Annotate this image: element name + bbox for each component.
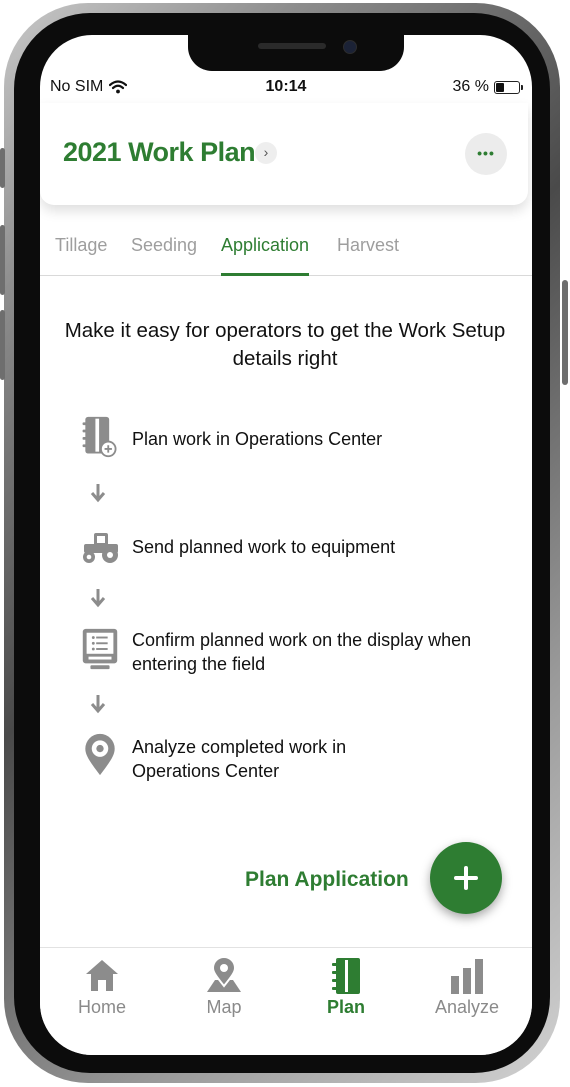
battery-icon — [494, 80, 523, 94]
tab-label: Seeding — [131, 235, 198, 255]
screen: No SIM 10:14 36 % 2021 Work Plan › ••• T… — [40, 35, 532, 1055]
nav-plan[interactable]: Plan — [296, 948, 396, 1028]
nav-label: Analyze — [434, 997, 500, 1017]
tractor-icon — [83, 533, 118, 563]
step-analyze-work: Analyze completed work in Operations Cen… — [80, 733, 500, 785]
arrow-down-icon — [90, 695, 106, 714]
notch — [188, 35, 404, 71]
page-title[interactable]: 2021 Work Plan — [63, 137, 256, 168]
nav-analyze[interactable]: Analyze — [417, 948, 517, 1028]
power-button — [562, 280, 568, 385]
add-application-button[interactable] — [430, 842, 502, 914]
tab-seeding[interactable]: Seeding — [131, 235, 197, 275]
plan-book-icon — [82, 416, 117, 458]
location-pin-icon — [85, 733, 115, 776]
tab-harvest[interactable]: Harvest — [337, 235, 399, 275]
tab-label: Application — [221, 235, 310, 255]
nav-home[interactable]: Home — [52, 948, 152, 1028]
bottom-nav: Home Map Plan Analyze — [40, 947, 532, 1055]
active-tab-indicator — [221, 273, 310, 276]
display-icon — [82, 628, 118, 670]
plan-book-icon — [332, 958, 360, 994]
camera — [343, 40, 357, 54]
side-button — [0, 148, 5, 188]
chevron-right-icon[interactable]: › — [255, 142, 277, 164]
nav-label: Plan — [326, 997, 365, 1017]
nav-label: Map — [206, 997, 242, 1017]
tab-tillage[interactable]: Tillage — [55, 235, 107, 275]
more-options-button[interactable]: ••• — [465, 133, 507, 175]
headline: Make it easy for operators to get the Wo… — [64, 319, 506, 370]
tab-label: Harvest — [337, 235, 400, 255]
speaker — [258, 43, 326, 49]
nav-map[interactable]: Map — [174, 948, 274, 1028]
step-text: Plan work in Operations Center — [132, 429, 383, 449]
nav-label: Home — [77, 997, 126, 1017]
battery-percent: 36 % — [452, 78, 489, 95]
volume-down-button — [0, 310, 5, 380]
header-card: 2021 Work Plan › ••• — [40, 103, 528, 205]
status-right: 36 % — [452, 78, 523, 96]
arrow-down-icon — [90, 589, 106, 608]
step-text: Confirm planned work on the display when… — [132, 630, 472, 674]
step-send-work: Send planned work to equipment — [80, 525, 500, 569]
tab-label: Tillage — [55, 235, 108, 255]
step-text: Send planned work to equipment — [132, 537, 396, 557]
step-plan-work: Plan work in Operations Center — [80, 415, 500, 465]
segment-tabs: Tillage Seeding Application Harvest — [40, 235, 532, 276]
volume-up-button — [0, 225, 5, 295]
map-pin-icon — [207, 956, 241, 992]
tab-application[interactable]: Application — [221, 235, 310, 276]
plan-application-label[interactable]: Plan Application — [245, 868, 409, 892]
home-icon — [86, 960, 118, 991]
step-confirm-work: Confirm planned work on the display when… — [80, 627, 500, 679]
arrow-down-icon — [90, 484, 106, 503]
bar-chart-icon — [451, 959, 483, 994]
step-text: Analyze completed work in Operations Cen… — [132, 737, 347, 781]
